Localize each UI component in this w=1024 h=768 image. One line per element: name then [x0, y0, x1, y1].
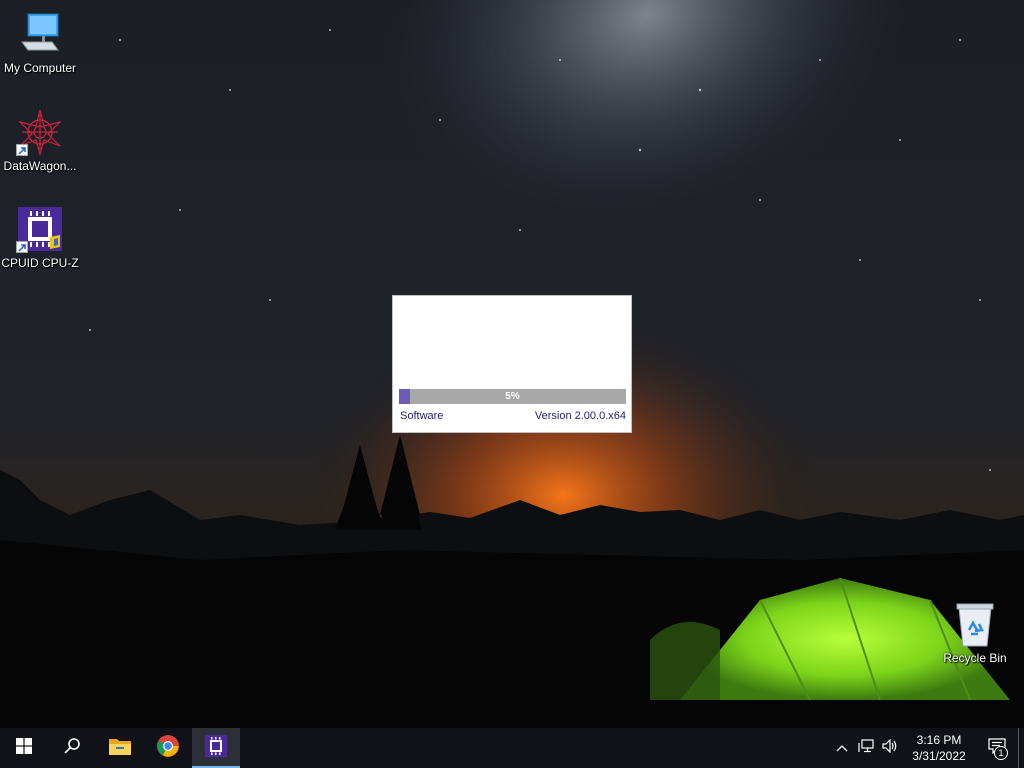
desktop-icon-label: My Computer [3, 61, 77, 75]
clock-time: 3:16 PM [916, 733, 962, 747]
search-icon [63, 737, 81, 760]
show-desktop-button[interactable] [1018, 728, 1024, 768]
system-tray: 3:16 PM 3/31/2022 1 [830, 728, 1024, 768]
action-center-button[interactable]: 1 [976, 728, 1018, 768]
volume-icon [882, 738, 898, 758]
desktop-icon-my-computer[interactable]: My Computer [0, 10, 80, 75]
computer-icon [16, 10, 64, 58]
windows-start-icon [16, 737, 32, 759]
desktop-icon-cpuz[interactable]: CPUID CPU-Z [0, 205, 80, 270]
desktop-icon-label: DataWagon... [3, 159, 77, 173]
progress-bar: 5% [399, 389, 626, 404]
shortcut-arrow-icon [16, 144, 28, 156]
shortcut-arrow-icon [16, 241, 28, 253]
file-explorer-icon [108, 736, 132, 761]
start-button[interactable] [0, 728, 48, 768]
taskbar-clock[interactable]: 3:16 PM 3/31/2022 [902, 728, 976, 768]
notification-count-badge: 1 [994, 746, 1008, 760]
show-hidden-icons-button[interactable] [830, 728, 854, 768]
volume-button[interactable] [878, 728, 902, 768]
taskbar-chrome[interactable] [144, 728, 192, 768]
chrome-icon [156, 734, 180, 763]
chevron-up-icon [836, 739, 848, 757]
cpuz-icon [204, 734, 228, 763]
desktop-icon-recycle-bin[interactable]: Recycle Bin [935, 600, 1015, 665]
taskbar: 3:16 PM 3/31/2022 1 [0, 728, 1024, 768]
cpuz-icon [16, 205, 64, 253]
desktop-icon-label: CPUID CPU-Z [1, 256, 79, 270]
recycle-bin-icon [951, 600, 999, 648]
taskbar-cpuz[interactable] [192, 728, 240, 768]
network-button[interactable] [854, 728, 878, 768]
desktop-icon-datawagon[interactable]: DataWagon... [0, 108, 80, 173]
desktop-icon-label: Recycle Bin [943, 651, 1007, 665]
datawagon-icon [16, 108, 64, 157]
taskbar-file-explorer[interactable] [96, 728, 144, 768]
splash-window: 5% Software Version 2.00.0.x64 [392, 295, 632, 433]
software-label: Software [400, 410, 444, 422]
clock-date: 3/31/2022 [912, 749, 966, 763]
progress-percent: 5% [505, 391, 520, 402]
version-label: Version 2.00.0.x64 [534, 410, 626, 422]
network-icon [858, 738, 874, 758]
search-button[interactable] [48, 728, 96, 768]
